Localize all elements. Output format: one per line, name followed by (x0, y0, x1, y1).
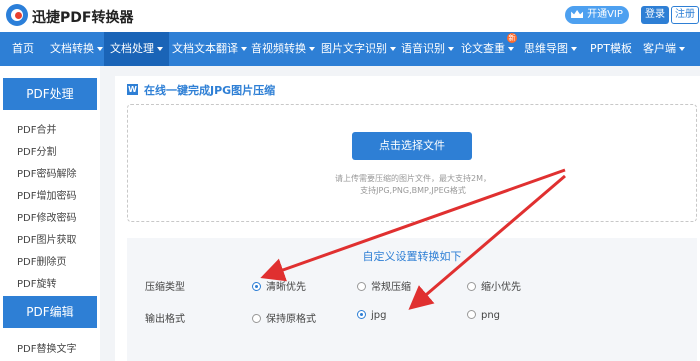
caret-down-icon (241, 47, 247, 51)
nav-item-translate[interactable]: 文档文本翻译 (172, 32, 247, 66)
caret-down-icon (157, 47, 163, 51)
nav-label: 客户端 (643, 42, 676, 55)
upload-dropzone[interactable]: 点击选择文件 请上传需要压缩的图片文件，最大支持2M， 支持JPG,PNG,BM… (127, 104, 697, 222)
option-label: png (481, 310, 501, 321)
sidebar-item-remove-password[interactable]: PDF密码解除 (17, 165, 76, 180)
nav-label: 音视频转换 (251, 42, 306, 55)
compress-option-normal[interactable]: 常规压缩 (357, 278, 411, 293)
sidebar: PDF处理 PDF合并 PDF分割 PDF密码解除 PDF增加密码 PDF修改密… (0, 66, 100, 361)
logo-icon[interactable] (6, 4, 28, 26)
compress-option-clarity[interactable]: 清晰优先 (252, 278, 306, 293)
nav-label: 语音识别 (401, 42, 445, 55)
caret-down-icon (571, 47, 577, 51)
radio-icon[interactable] (252, 314, 261, 323)
compress-option-smaller[interactable]: 缩小优先 (467, 278, 521, 293)
nav-item-doc-convert[interactable]: 文档转换 (50, 32, 103, 66)
radio-icon[interactable] (357, 310, 366, 319)
nav-item-ppt[interactable]: PPT模板 (590, 32, 632, 66)
nav-label: 图片文字识别 (321, 42, 387, 55)
radio-icon[interactable] (467, 282, 476, 291)
nav-label: 思维导图 (524, 42, 568, 55)
sidebar-item-split[interactable]: PDF分割 (17, 143, 56, 158)
sidebar-item-delete-pages[interactable]: PDF删除页 (17, 253, 66, 268)
radio-icon[interactable] (467, 310, 476, 319)
nav-label: 首页 (12, 42, 34, 55)
format-option-jpg[interactable]: jpg (357, 310, 386, 321)
caret-down-icon (309, 47, 315, 51)
upload-hint-line1: 请上传需要压缩的图片文件，最大支持2M， (335, 174, 491, 183)
nav-label: 论文查重 (461, 42, 505, 55)
nav-item-mindmap[interactable]: 思维导图 (524, 32, 577, 66)
word-doc-icon: W (127, 84, 138, 95)
top-header: 迅捷PDF转换器 开通VIP 登录 注册 (0, 0, 700, 32)
nav-label: 文档转换 (50, 42, 94, 55)
option-label: 清晰优先 (266, 282, 306, 293)
new-badge: 新 (507, 33, 517, 43)
caret-down-icon (390, 47, 396, 51)
nav-item-ocr[interactable]: 图片文字识别 (321, 32, 396, 66)
nav-item-home[interactable]: 首页 (12, 32, 34, 66)
vip-label: 开通VIP (587, 9, 623, 20)
sidebar-section-title: PDF编辑 (3, 296, 97, 328)
main-nav: 首页 文档转换 文档处理 文档文本翻译 音视频转换 图片文字识别 语音识别 论文… (0, 32, 700, 66)
nav-label: 文档处理 (110, 42, 154, 55)
caret-down-icon (97, 47, 103, 51)
settings-title: 自定义设置转换如下 (362, 250, 462, 263)
option-label: 保持原格式 (266, 314, 316, 325)
page-title: 在线一键完成JPG图片压缩 (144, 84, 276, 97)
sidebar-item-replace-text[interactable]: PDF替换文字 (17, 340, 76, 355)
sidebar-item-rotate[interactable]: PDF旋转 (17, 275, 56, 290)
settings-panel: 自定义设置转换如下 压缩类型 清晰优先 常规压缩 缩小优先 输出格式 保持原格式… (127, 238, 697, 361)
nav-item-client[interactable]: 客户端 (643, 32, 685, 66)
format-option-original[interactable]: 保持原格式 (252, 310, 316, 325)
nav-item-speech[interactable]: 语音识别 (401, 32, 454, 66)
caret-down-icon (508, 47, 514, 51)
nav-item-av-convert[interactable]: 音视频转换 (251, 32, 315, 66)
sidebar-item-extract-images[interactable]: PDF图片获取 (17, 231, 76, 246)
compress-type-label: 压缩类型 (145, 282, 185, 293)
sidebar-section-title: PDF处理 (3, 78, 97, 110)
sidebar-item-change-password[interactable]: PDF修改密码 (17, 209, 76, 224)
caret-down-icon (679, 47, 685, 51)
vip-button[interactable]: 开通VIP (565, 6, 629, 24)
format-option-png[interactable]: png (467, 310, 500, 321)
register-button[interactable]: 注册 (671, 6, 699, 24)
output-format-label: 输出格式 (145, 314, 185, 325)
sidebar-item-add-password[interactable]: PDF增加密码 (17, 187, 76, 202)
radio-icon[interactable] (252, 282, 261, 291)
option-label: jpg (371, 310, 387, 321)
nav-item-doc-process[interactable]: 文档处理 (104, 32, 169, 66)
nav-label: PPT模板 (590, 42, 632, 55)
nav-label: 文档文本翻译 (172, 42, 238, 55)
crown-icon (571, 10, 584, 18)
upload-hint-line2: 支持JPG,PNG,BMP,JPEG格式 (360, 186, 466, 195)
option-label: 常规压缩 (371, 282, 411, 293)
radio-icon[interactable] (357, 282, 366, 291)
logo-text[interactable]: 迅捷PDF转换器 (32, 7, 133, 27)
select-file-button[interactable]: 点击选择文件 (352, 132, 472, 160)
caret-down-icon (448, 47, 454, 51)
option-label: 缩小优先 (481, 282, 521, 293)
main-panel: W 在线一键完成JPG图片压缩 点击选择文件 请上传需要压缩的图片文件，最大支持… (115, 76, 700, 361)
login-button[interactable]: 登录 (641, 6, 669, 24)
sidebar-item-merge[interactable]: PDF合并 (17, 121, 56, 136)
